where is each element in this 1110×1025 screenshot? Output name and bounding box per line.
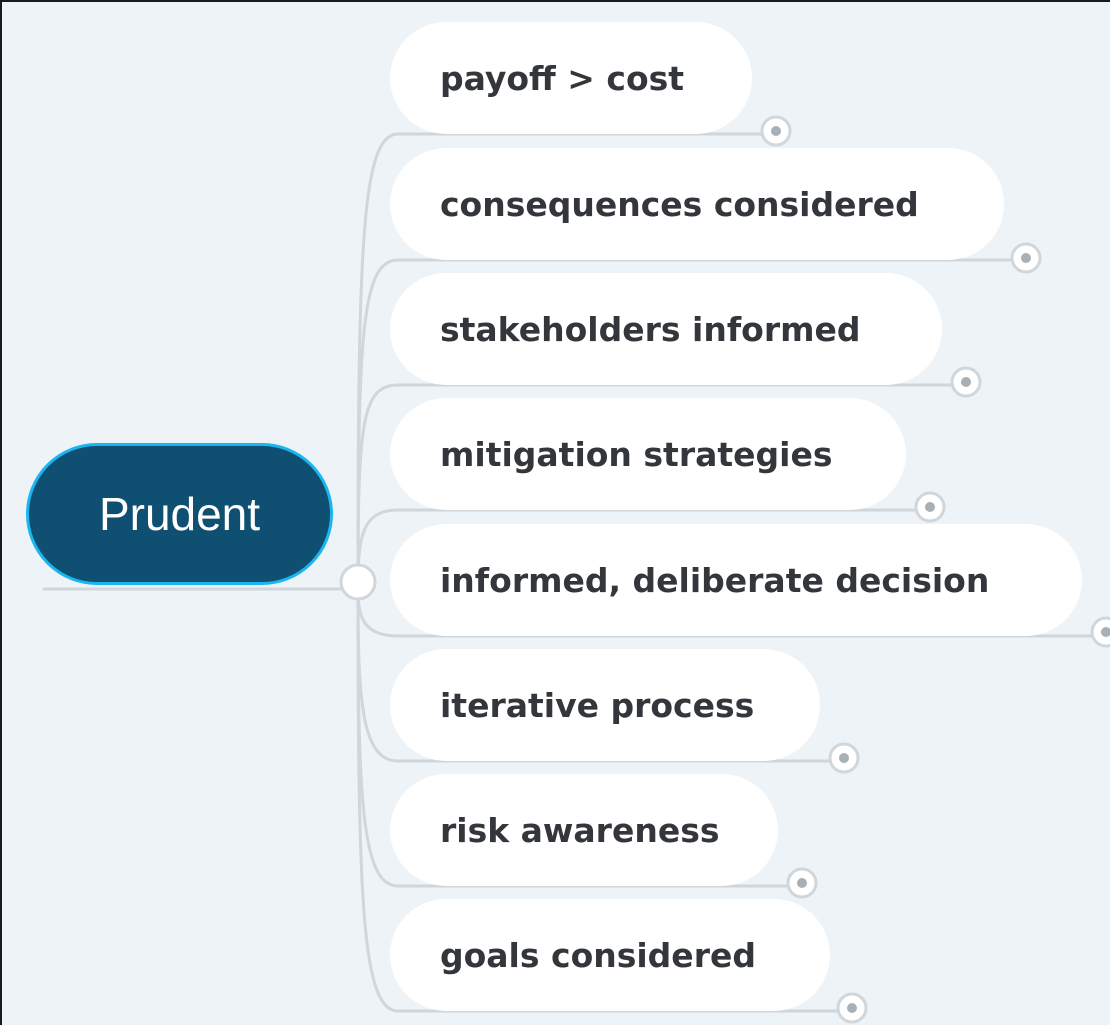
- topic-node-iterative-process[interactable]: iterative process: [390, 649, 820, 761]
- topic-node-mitigation-strategies[interactable]: mitigation strategies: [390, 398, 906, 510]
- collapse-toggle-payoff-cost[interactable]: [760, 115, 792, 147]
- topic-label: informed, deliberate decision: [440, 560, 990, 600]
- topic-node-informed-deliberate-decision[interactable]: informed, deliberate decision: [390, 524, 1082, 636]
- collapse-toggle-goals-considered[interactable]: [836, 992, 868, 1024]
- collapse-toggle-informed-deliberate-decision[interactable]: [1090, 616, 1110, 648]
- root-expand-handle[interactable]: [339, 563, 377, 601]
- collapse-toggle-mitigation-strategies[interactable]: [914, 491, 946, 523]
- topic-label: goals considered: [440, 935, 756, 975]
- mind-map-canvas: Prudent payoff > cost consequences consi…: [0, 0, 1110, 1025]
- collapse-toggle-iterative-process[interactable]: [828, 742, 860, 774]
- topic-label: risk awareness: [440, 810, 720, 850]
- topic-node-goals-considered[interactable]: goals considered: [390, 899, 830, 1011]
- topic-node-payoff-cost[interactable]: payoff > cost: [390, 22, 752, 134]
- topic-node-risk-awareness[interactable]: risk awareness: [390, 774, 778, 886]
- topic-node-stakeholders-informed[interactable]: stakeholders informed: [390, 273, 942, 385]
- root-topic-label: Prudent: [98, 488, 261, 540]
- collapse-toggle-stakeholders-informed[interactable]: [950, 366, 982, 398]
- topic-label: consequences considered: [440, 184, 919, 224]
- topic-label: stakeholders informed: [440, 309, 861, 349]
- topic-label: iterative process: [440, 685, 755, 725]
- topic-label: payoff > cost: [440, 58, 685, 98]
- collapse-toggle-risk-awareness[interactable]: [786, 867, 818, 899]
- topic-label: mitigation strategies: [440, 434, 833, 474]
- topic-node-consequences-considered[interactable]: consequences considered: [390, 148, 1004, 260]
- collapse-toggle-consequences-considered[interactable]: [1010, 242, 1042, 274]
- root-topic-node[interactable]: Prudent: [26, 443, 333, 585]
